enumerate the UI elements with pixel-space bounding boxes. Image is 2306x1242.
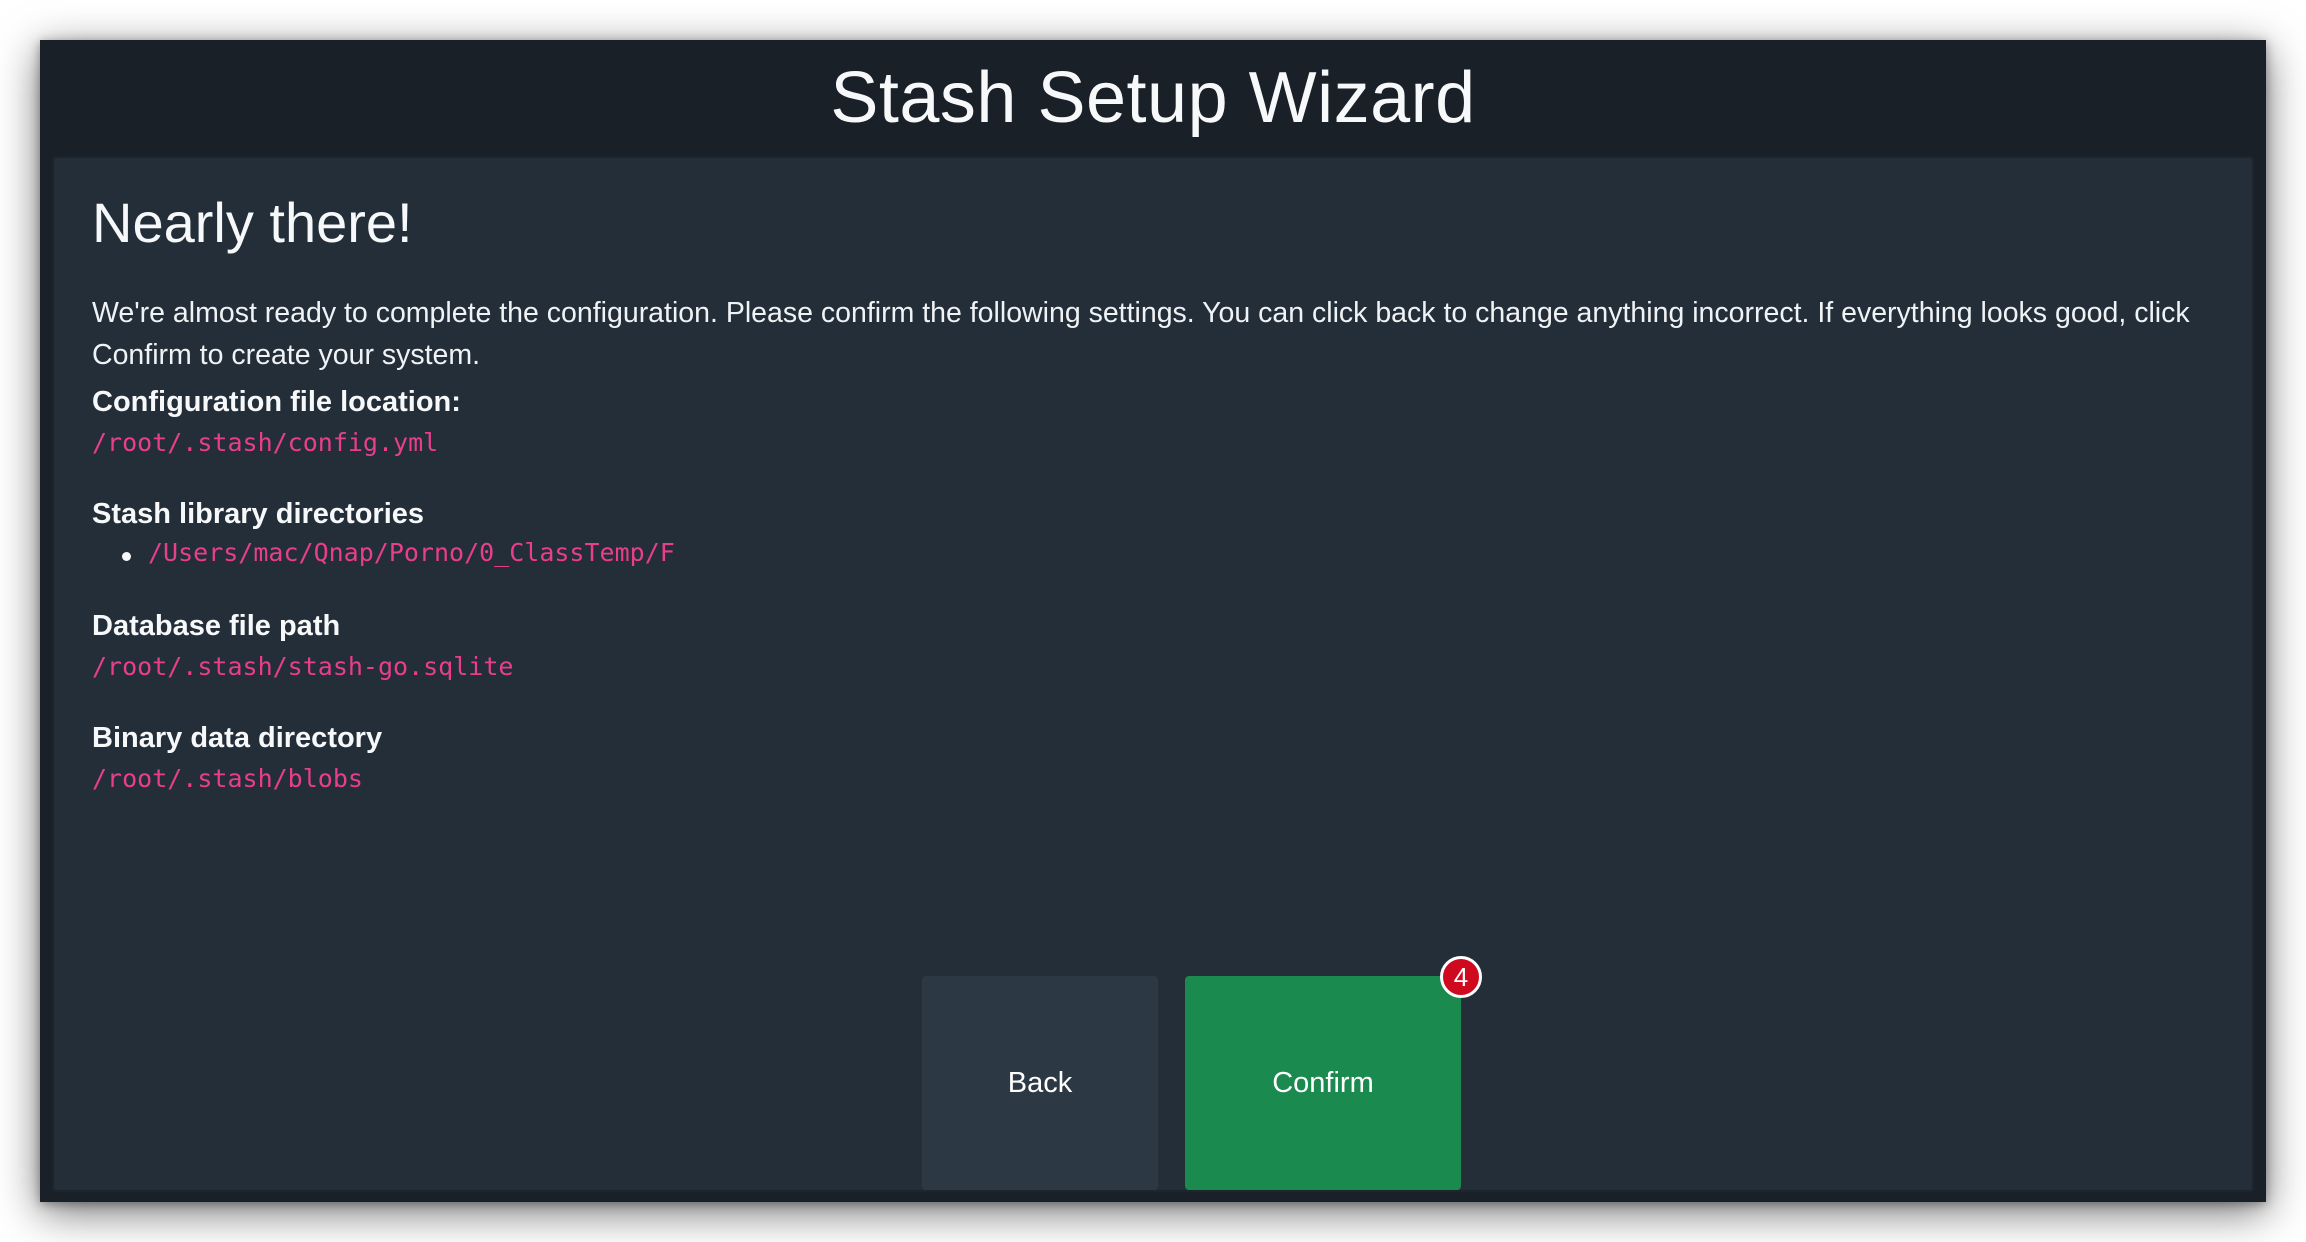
config-location-label: Configuration file location: bbox=[92, 386, 461, 418]
intro-text: We're almost ready to complete the confi… bbox=[92, 297, 2190, 371]
back-button[interactable]: Back bbox=[922, 976, 1158, 1190]
step-heading: Nearly there! bbox=[92, 191, 413, 254]
database-path-section: Database file path /root/.stash/stash-go… bbox=[92, 608, 513, 681]
binary-data-label: Binary data directory bbox=[92, 722, 383, 754]
library-directory-path: /Users/mac/Qnap/Porno/0_ClassTemp/F bbox=[148, 538, 675, 567]
bullet-icon bbox=[122, 552, 131, 561]
binary-data-value: /root/.stash/blobs bbox=[92, 764, 363, 793]
list-item: /Users/mac/Qnap/Porno/0_ClassTemp/F bbox=[122, 538, 675, 567]
config-location-section: Configuration file location: /root/.stas… bbox=[92, 384, 461, 457]
confirm-button[interactable]: Confirm bbox=[1185, 976, 1461, 1190]
wizard-title: Stash Setup Wizard bbox=[830, 58, 1476, 138]
library-directories-label: Stash library directories bbox=[92, 498, 425, 530]
database-path-value: /root/.stash/stash-go.sqlite bbox=[92, 652, 514, 681]
config-location-value: /root/.stash/config.yml bbox=[92, 428, 439, 457]
binary-data-section: Binary data directory /root/.stash/blobs bbox=[92, 720, 382, 793]
library-directories-list: /Users/mac/Qnap/Porno/0_ClassTemp/F bbox=[92, 538, 675, 567]
library-directories-section: Stash library directories /Users/mac/Qna… bbox=[92, 496, 675, 567]
setup-wizard-window: Stash Setup Wizard Nearly there! We're a… bbox=[40, 40, 2266, 1202]
confirm-badge: 4 bbox=[1440, 956, 1482, 998]
database-path-label: Database file path bbox=[92, 610, 341, 642]
